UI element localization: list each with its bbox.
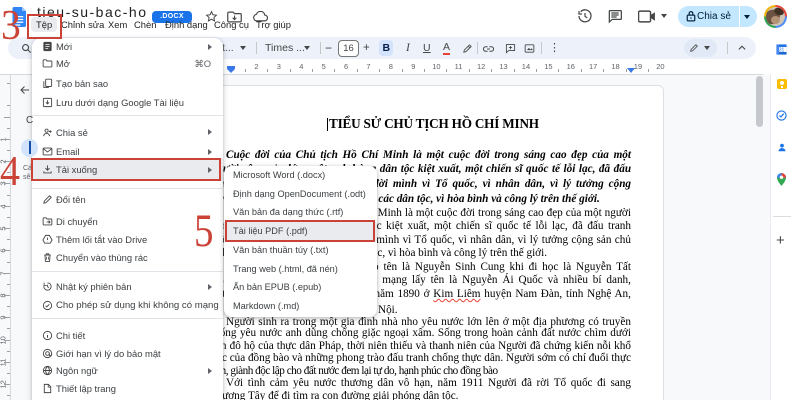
svg-text:31: 31 [779, 47, 785, 53]
